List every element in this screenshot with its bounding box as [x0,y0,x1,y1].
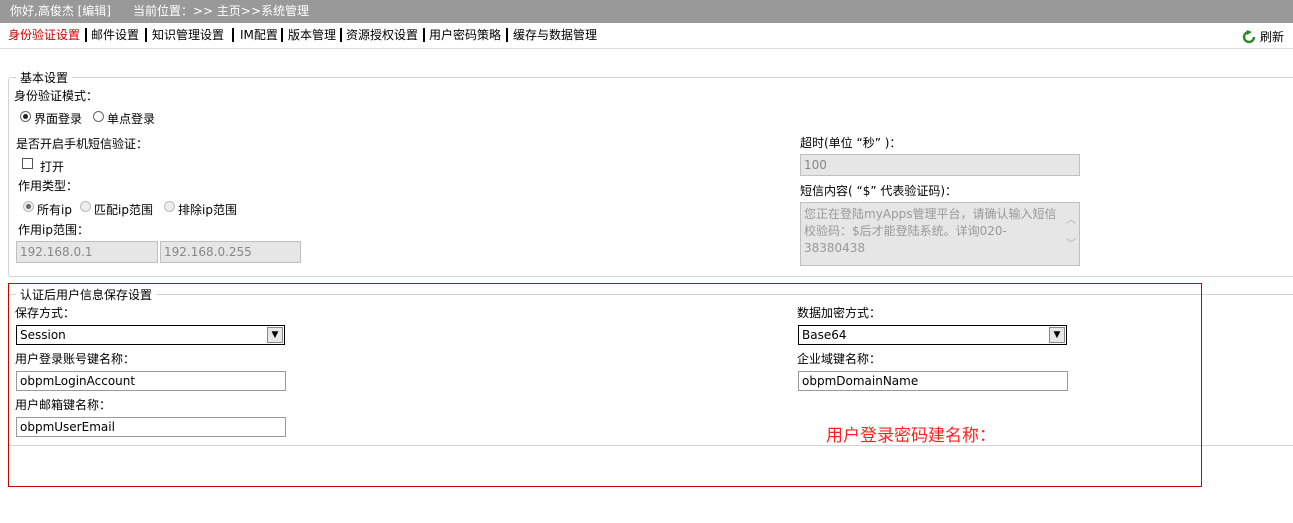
timeout-label: 超时(单位 “秒” )： [800,136,902,150]
email-key-label: 用户邮箱键名称： [15,398,112,412]
all-ip-label: 所有ip [37,203,72,217]
save-method-select[interactable]: Session ▼ [16,325,285,345]
domain-key-input[interactable] [798,371,1068,391]
tab-separator [85,28,87,42]
tab-separator [232,28,234,42]
tab-mail-settings[interactable]: 邮件设置 [91,24,139,46]
user-greeting[interactable]: 你好,高俊杰 [编辑] [10,0,111,23]
save-method-label: 保存方式： [15,306,76,320]
encrypt-method-select[interactable]: Base64 ▼ [798,325,1067,345]
interface-login-label: 界面登录 [34,112,83,126]
refresh-label: 刷新 [1259,30,1284,44]
refresh-icon [1242,29,1256,43]
tab-separator [506,28,508,42]
breadcrumb: 当前位置：>> 主页>>系统管理 [133,4,310,18]
radio-match-ip[interactable] [80,201,91,212]
account-key-label: 用户登录账号键名称： [15,352,136,366]
timeout-input[interactable] [800,154,1080,176]
email-key-input[interactable] [16,417,286,437]
sms-content-textarea[interactable]: 您正在登陆myApps管理平台，请确认输入短信校验码：$后才能登陆系统。详询02… [800,202,1080,266]
tab-separator [340,28,342,42]
scroll-down-icon[interactable]: ﹀ [1065,239,1077,251]
radio-exclude-ip[interactable] [164,201,175,212]
tab-resource-authorization[interactable]: 资源授权设置 [346,24,418,46]
sso-login-label: 单点登录 [107,112,156,126]
tab-im-config[interactable]: IM配置 [240,24,278,46]
ip-range-label: 作用ip范围： [18,223,89,237]
password-key-annotation: 用户登录密码建名称： [826,426,996,446]
tab-separator [281,28,283,42]
scope-type-label: 作用类型： [18,179,79,193]
tab-password-policy[interactable]: 用户密码策略 [429,24,501,46]
ip-start-input[interactable] [16,241,158,263]
top-bar: 你好,高俊杰 [编辑] 当前位置：>> 主页>>系统管理 [0,0,1293,23]
sms-open-label: 打开 [40,160,65,174]
radio-all-ip[interactable] [23,201,34,212]
match-ip-label: 匹配ip范围 [94,203,153,217]
chevron-down-icon: ▼ [1049,327,1065,343]
tab-version-management[interactable]: 版本管理 [288,24,336,46]
sms-verify-label: 是否开启手机短信验证： [16,137,149,151]
tab-separator [423,28,425,42]
encrypt-method-value: Base64 [802,328,847,342]
refresh-button[interactable]: 刷新 [1242,28,1284,45]
save-method-value: Session [20,328,66,342]
ip-end-input[interactable] [160,241,301,263]
tab-cache-data[interactable]: 缓存与数据管理 [513,24,597,46]
sms-open-checkbox[interactable] [22,158,33,169]
encrypt-method-label: 数据加密方式： [797,306,882,320]
auth-mode-label: 身份验证模式： [14,89,99,103]
domain-key-label: 企业域键名称： [797,352,882,366]
sms-content-label: 短信内容( “$” 代表验证码)： [800,184,958,198]
tab-auth-settings[interactable]: 身份验证设置 [8,24,80,46]
sms-content-text: 您正在登陆myApps管理平台，请确认输入短信校验码：$后才能登陆系统。详询02… [804,207,1057,255]
tab-knowledge-settings[interactable]: 知识管理设置 [152,24,224,46]
exclude-ip-label: 排除ip范围 [178,203,237,217]
tab-separator [145,28,147,42]
scroll-up-icon[interactable]: ︿ [1065,215,1077,227]
basic-settings-legend: 基本设置 [16,69,73,86]
account-key-input[interactable] [16,371,286,391]
chevron-down-icon: ▼ [267,327,283,343]
settings-tabs: 身份验证设置 邮件设置 知识管理设置 IM配置 版本管理 资源授权设置 用户密码… [0,24,1293,49]
radio-interface-login[interactable] [20,111,31,122]
radio-sso-login[interactable] [93,111,104,122]
